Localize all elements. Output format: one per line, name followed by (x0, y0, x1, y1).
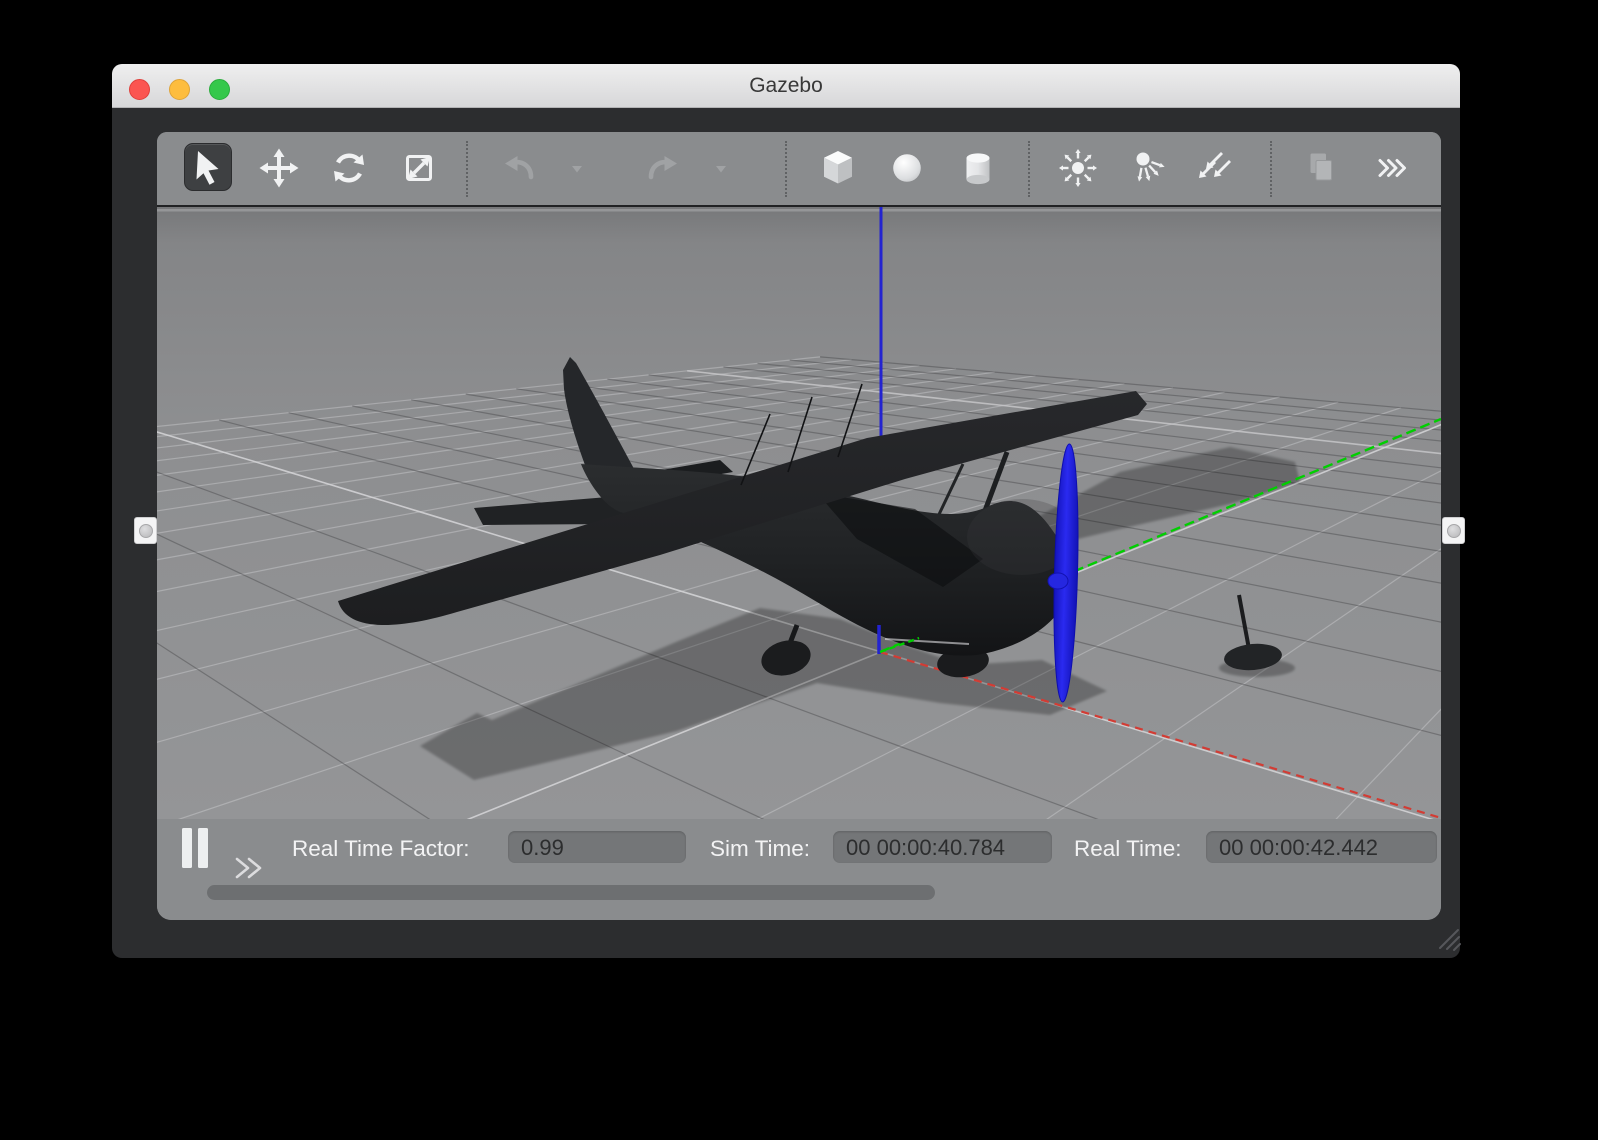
spot-light-button[interactable] (1125, 145, 1171, 191)
pause-icon[interactable] (182, 828, 210, 868)
real-time-factor-value: 0.99 (508, 831, 686, 863)
toolbar-separator (785, 141, 787, 197)
redo-button (640, 145, 686, 191)
box-button[interactable] (815, 145, 861, 191)
point-light-button[interactable] (1055, 145, 1101, 191)
splitter-grip-icon (139, 524, 153, 538)
rotate-icon (326, 145, 372, 191)
double-chevron-icon[interactable] (233, 856, 273, 882)
gazebo-main-panel: Real Time Factor: 0.99 Sim Time: 00 00:0… (157, 132, 1441, 920)
toolbar (157, 132, 1441, 205)
dropdown-arrow-button (570, 162, 584, 176)
copy-button (1298, 145, 1344, 191)
directional-light-button[interactable] (1192, 145, 1238, 191)
point-light-icon (1055, 145, 1101, 191)
dropdown-arrow-icon (714, 162, 728, 176)
toolbar-separator (466, 141, 468, 197)
redo-icon (640, 145, 686, 191)
scene-render[interactable] (157, 207, 1441, 819)
cylinder-button[interactable] (955, 145, 1001, 191)
window-title: Gazebo (112, 64, 1460, 107)
sphere-button[interactable] (884, 145, 930, 191)
sim-time-label: Sim Time: (710, 833, 810, 865)
gazebo-window: Gazebo (112, 64, 1460, 958)
titlebar[interactable]: Gazebo (112, 64, 1460, 108)
left-splitter-handle[interactable] (134, 517, 157, 544)
dropdown-arrow-button (714, 162, 728, 176)
toolbar-separator (1270, 141, 1272, 197)
copy-icon (1298, 145, 1344, 191)
select-arrow-button[interactable] (184, 143, 232, 191)
dropdown-arrow-icon (570, 162, 584, 176)
sim-time-value: 00 00:00:40.784 (833, 831, 1052, 863)
real-time-label: Real Time: (1074, 833, 1182, 865)
right-splitter-handle[interactable] (1442, 517, 1465, 544)
3d-viewport[interactable] (157, 205, 1441, 821)
real-time-value: 00 00:00:42.442 (1206, 831, 1437, 863)
real-time-factor-label: Real Time Factor: (292, 833, 470, 865)
undo-button (496, 145, 542, 191)
spinner (1048, 573, 1068, 589)
select-arrow-icon (185, 144, 231, 190)
status-bar: Real Time Factor: 0.99 Sim Time: 00 00:0… (157, 819, 1441, 920)
horizontal-scrollbar[interactable] (207, 885, 935, 900)
resize-grip-icon[interactable] (1436, 926, 1464, 954)
overflow-chevron-icon (1373, 145, 1419, 191)
scale-button[interactable] (396, 145, 442, 191)
rotate-button[interactable] (326, 145, 372, 191)
cylinder-icon (955, 145, 1001, 191)
translate-button[interactable] (256, 145, 302, 191)
undo-icon (496, 145, 542, 191)
spot-light-icon (1125, 145, 1171, 191)
translate-icon (256, 145, 302, 191)
overflow-chevron-button[interactable] (1373, 145, 1419, 191)
box-icon (815, 145, 861, 191)
scale-icon (396, 145, 442, 191)
sphere-icon (884, 145, 930, 191)
directional-light-icon (1192, 145, 1238, 191)
splitter-grip-icon (1447, 524, 1461, 538)
toolbar-separator (1028, 141, 1030, 197)
